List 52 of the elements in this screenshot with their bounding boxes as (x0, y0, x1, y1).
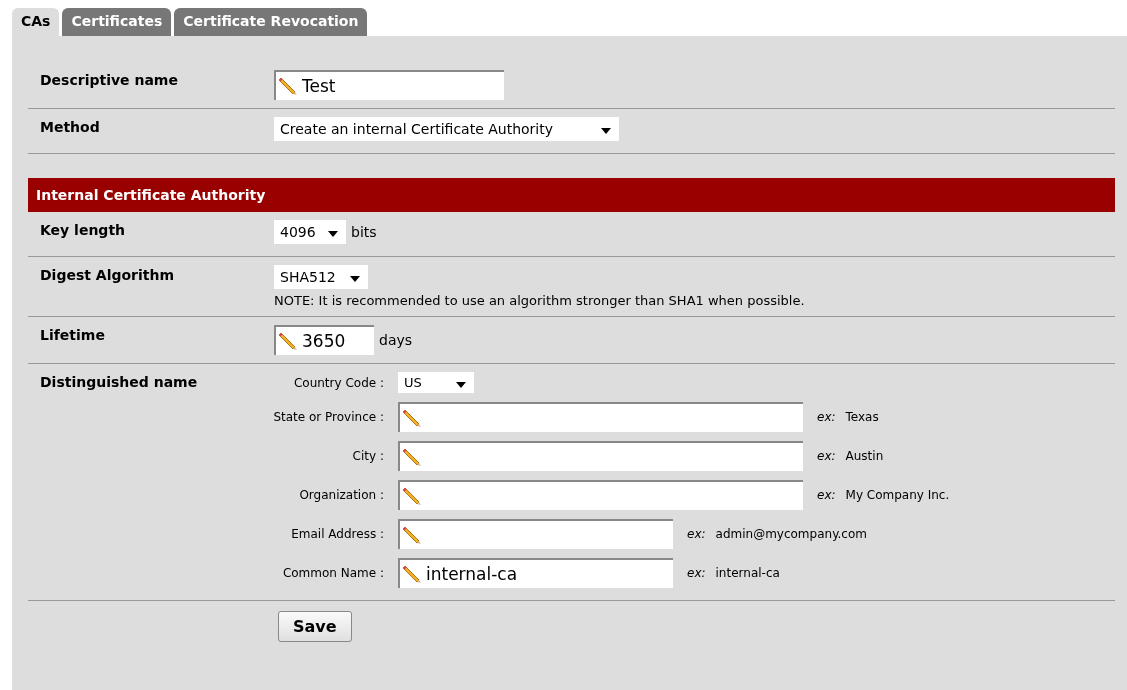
pencil-icon (402, 564, 422, 584)
caret-icon (456, 381, 466, 388)
caret-icon (601, 128, 611, 134)
field-label: Common Name : (281, 566, 384, 580)
input-field[interactable]: internal-ca (398, 558, 673, 588)
example-prefix: ex: (817, 449, 836, 463)
input-field[interactable] (398, 519, 673, 549)
example-text: Austin (845, 449, 884, 463)
example-prefix: ex: (817, 410, 836, 424)
digest-dropdown[interactable]: SHA512 (274, 265, 368, 289)
tab[interactable]: Certificates (62, 8, 172, 36)
section-header: Internal Certificate Authority (28, 178, 1115, 212)
pencil-icon (278, 331, 298, 351)
example-prefix: ex: (687, 566, 706, 580)
field-label: Distinguished name (39, 373, 199, 392)
example-prefix: ex: (817, 488, 836, 502)
unit-label: bits (351, 224, 377, 240)
input-field[interactable]: Test (274, 70, 504, 100)
field-label: Lifetime (39, 326, 106, 345)
unit-label: days (379, 332, 413, 348)
field-label: Descriptive name (39, 71, 179, 90)
pencil-icon (402, 525, 422, 545)
input-field[interactable] (398, 441, 803, 471)
pencil-icon (278, 76, 298, 96)
example-text: Texas (845, 410, 879, 424)
input-field[interactable] (398, 402, 803, 432)
example-text: admin@mycompany.com (715, 527, 867, 541)
field-label: State or Province : (272, 410, 384, 424)
country-dropdown[interactable]: US (398, 372, 474, 393)
caret-icon (350, 276, 360, 282)
example-prefix: ex: (687, 527, 706, 541)
input-field[interactable]: 3650 (274, 325, 374, 355)
field-label: Digest Algorithm (39, 266, 176, 285)
caret-icon (328, 231, 338, 237)
field-label: Organization : (298, 488, 384, 502)
example-text: My Company Inc. (845, 488, 950, 502)
method-dropdown[interactable]: Create an internal Certificate Authority (274, 117, 619, 141)
pencil-icon (402, 447, 422, 467)
pencil-icon (402, 486, 422, 506)
pencil-icon (402, 408, 422, 428)
tab[interactable]: Certificate Revocation (174, 8, 368, 36)
input-field[interactable] (398, 480, 803, 510)
field-label: Country Code : (292, 375, 384, 390)
tab[interactable]: CAs (12, 8, 60, 36)
key-length-dropdown[interactable]: 4096 (274, 220, 346, 244)
note-text: NOTE: It is recommended to use an algorithm stronger than SHA1 when possible. (274, 293, 806, 308)
field-label: Email Address : (290, 527, 384, 541)
field-label: City : (351, 449, 384, 463)
save-button[interactable]: Save (278, 611, 352, 642)
example-text: internal-ca (715, 566, 780, 580)
field-label: Key length (39, 221, 127, 240)
field-label: Method (39, 118, 101, 137)
